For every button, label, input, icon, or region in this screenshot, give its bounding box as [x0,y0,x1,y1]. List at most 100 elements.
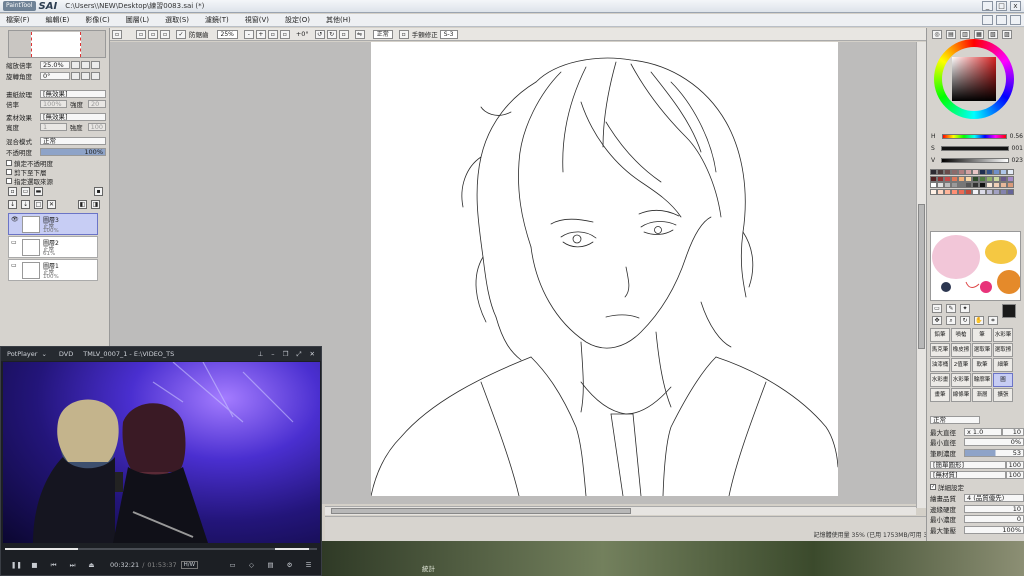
merge-down-icon[interactable]: ⇣ [21,200,30,209]
color-swatch[interactable] [993,182,1000,188]
new-layer-icon[interactable]: ▫ [8,187,17,196]
magic-wand-icon[interactable]: ✦ [960,304,970,313]
doc-close-button[interactable] [1010,15,1021,25]
material-strength-value[interactable]: 100 [87,122,106,131]
color-swatch[interactable] [993,169,1000,175]
rotate-right-button[interactable] [81,71,90,80]
close-button[interactable]: x [1010,1,1021,11]
lasso-icon[interactable]: ✎ [946,304,956,313]
material-width-value[interactable]: 1 [40,122,67,131]
color-swatch[interactable] [965,169,972,175]
color-swatch[interactable] [951,182,958,188]
brush-tool-11[interactable]: 細筆 [993,358,1013,372]
brush-shape-select[interactable]: [簡單圓形] [930,460,1006,469]
color-swatch[interactable] [944,175,951,182]
hsv-slider-tab[interactable]: ▥ [960,30,970,39]
volume-level[interactable] [275,548,309,550]
color-swatch[interactable] [937,188,944,195]
brush-tool-5[interactable]: 橡皮擦 [951,343,971,357]
rotate-left-button[interactable] [71,71,80,80]
menu-view[interactable]: 視窗(V) [245,15,269,25]
angle-value[interactable]: +0° [296,30,309,38]
menu-image[interactable]: 影像(C) [85,15,109,25]
hand-icon[interactable]: ✋ [974,316,984,325]
fullscreen-icon[interactable]: ⤢ [296,350,301,359]
color-swatch[interactable] [979,188,986,195]
zoom-plus-button[interactable]: + [255,29,266,39]
quality-select[interactable]: 4 (品質優先) [964,493,1024,502]
brush-tool-19[interactable]: 擴張 [993,388,1013,402]
material-effect-select[interactable]: [無效果] [40,112,106,121]
invert-selection-button[interactable]: ▫ [148,29,158,39]
brush-tool-6[interactable]: 選取筆 [972,343,992,357]
brush-tool-12[interactable]: 水彩畫 [930,373,950,387]
paper-strength-value[interactable]: 20 [88,99,106,108]
playlist-icon[interactable]: ▤ [266,561,275,570]
delete-mask-icon[interactable]: ◨ [91,200,100,209]
potplayer-app-name[interactable]: PotPlayer [7,350,37,358]
color-swatch[interactable] [951,169,958,175]
color-swatch[interactable] [1007,182,1014,188]
brush-tool-17[interactable]: 線條筆 [951,388,971,402]
deselect-button[interactable]: ▫ [136,29,146,39]
zoom-minus-button[interactable]: - [243,29,254,39]
saturation-slider[interactable] [940,145,1009,151]
color-swatch[interactable] [930,182,937,188]
detail-settings-row[interactable]: ✓ 詳細設定 [930,483,964,492]
clear-layer-icon[interactable]: □ [34,200,43,209]
zoom-out-button[interactable] [71,60,80,69]
move-icon[interactable]: ✥ [932,316,942,325]
pin-icon[interactable]: ⊥ [258,350,264,359]
max-pressure-value[interactable]: 100% [964,525,1024,534]
color-swatch[interactable] [958,182,965,188]
seek-bar[interactable] [5,546,317,552]
brush-tool-16[interactable]: 畫筆 [930,388,950,402]
eye-icon[interactable]: ▭ [11,239,19,247]
color-swatch[interactable] [979,182,986,188]
layer-item[interactable]: 👁 圖層3 正常 100% [8,213,98,235]
menu-file[interactable]: 檔案(F) [6,15,30,25]
brush-texture-select[interactable]: [無材質] [930,470,1006,479]
rotate-cw-button[interactable]: ↻ [326,29,337,39]
color-swatch[interactable] [951,188,958,195]
layer-menu-icon[interactable]: ▪ [94,187,103,196]
stabilizer-select[interactable]: S-3 [439,29,458,39]
minimize-icon[interactable]: – [271,350,274,359]
eye-icon[interactable]: ▭ [11,262,19,270]
color-swatch[interactable] [930,175,937,182]
zoom-select[interactable]: 25% [216,29,238,39]
color-swatch[interactable] [1000,182,1007,188]
3d-icon[interactable]: ◇ [247,561,256,570]
color-wheel[interactable] [934,39,1014,119]
paper-texture-select[interactable]: [無效果] [40,89,106,98]
color-swatch[interactable] [993,175,1000,182]
brush-shape-value[interactable]: 100 [1005,460,1024,469]
brush-tool-10[interactable]: 軟筆 [972,358,992,372]
menu-settings[interactable]: 設定(O) [285,15,310,25]
menu-select[interactable]: 選取(S) [165,15,189,25]
color-swatch[interactable] [972,182,979,188]
rect-select-icon[interactable]: ▭ [932,304,942,313]
brush-tool-0[interactable]: 鉛筆 [930,328,950,342]
eject-icon[interactable]: ⏏ [87,561,96,570]
maximize-button[interactable]: □ [996,1,1007,11]
hue-slider[interactable] [941,133,1007,139]
clip-group-checkbox[interactable] [6,169,12,175]
rotate-reset-canvas-button[interactable]: ▫ [338,29,349,39]
chevron-down-icon[interactable]: ⌄ [41,350,46,358]
color-swatch[interactable] [1000,169,1007,175]
horizontal-scroll-thumb[interactable] [331,508,631,514]
menu-filter[interactable]: 濾鏡(T) [205,15,229,25]
color-swatch[interactable] [1007,169,1014,175]
zoom-actual-button[interactable]: ▫ [279,29,290,39]
select-all-button[interactable]: ▫ [112,29,122,39]
zoom-reset-button[interactable] [91,60,100,69]
drawing-canvas[interactable] [371,42,838,496]
brush-texture-value[interactable]: 100 [1005,470,1024,479]
color-swatch[interactable] [972,169,979,175]
transfer-down-icon[interactable]: ↓ [8,200,17,209]
menu-icon[interactable]: ☰ [304,561,313,570]
close-icon[interactable]: ✕ [310,350,315,359]
new-linework-layer-icon[interactable]: ▭ [21,187,30,196]
protect-opacity-checkbox[interactable] [6,160,12,166]
